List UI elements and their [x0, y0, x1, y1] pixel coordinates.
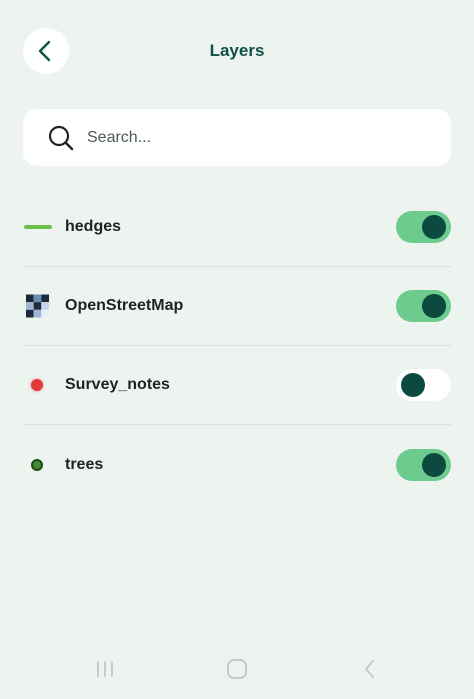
layer-row[interactable]: hedges [23, 188, 451, 267]
back-icon [365, 660, 374, 678]
home-button[interactable] [217, 649, 257, 689]
layer-visibility-toggle[interactable] [396, 211, 451, 243]
layer-name: hedges [65, 218, 122, 235]
layer-visibility-toggle[interactable] [396, 369, 451, 401]
layer-row[interactable]: OpenStreetMap [23, 267, 451, 346]
recent-apps-button[interactable] [85, 649, 125, 689]
recent-apps-icon [97, 661, 113, 677]
layer-name: Survey_notes [65, 376, 170, 393]
layer-list: hedges OpenStreetMap Survey_notes trees [23, 188, 451, 504]
layer-visibility-toggle[interactable] [396, 448, 451, 481]
home-icon [227, 659, 247, 679]
layer-name: trees [65, 455, 104, 473]
system-back-button[interactable] [350, 649, 390, 689]
layer-row[interactable]: Survey_notes [23, 346, 451, 425]
toggle-knob [422, 294, 446, 318]
system-navigation-bar [0, 639, 474, 699]
search-input[interactable] [87, 109, 427, 166]
header: Layers [0, 0, 474, 100]
search-bar[interactable] [23, 109, 451, 166]
layer-name: OpenStreetMap [65, 297, 184, 314]
layer-visibility-toggle[interactable] [396, 290, 451, 322]
toggle-knob [422, 452, 446, 477]
point-symbol-icon [31, 458, 43, 471]
raster-layer-icon [26, 294, 49, 318]
page-title: Layers [209, 41, 265, 60]
point-symbol-icon [31, 379, 43, 391]
search-icon [48, 125, 74, 151]
toggle-knob [422, 215, 446, 239]
layer-row[interactable]: trees [23, 425, 451, 504]
toggle-knob [401, 373, 425, 397]
line-symbol-icon [24, 225, 52, 229]
